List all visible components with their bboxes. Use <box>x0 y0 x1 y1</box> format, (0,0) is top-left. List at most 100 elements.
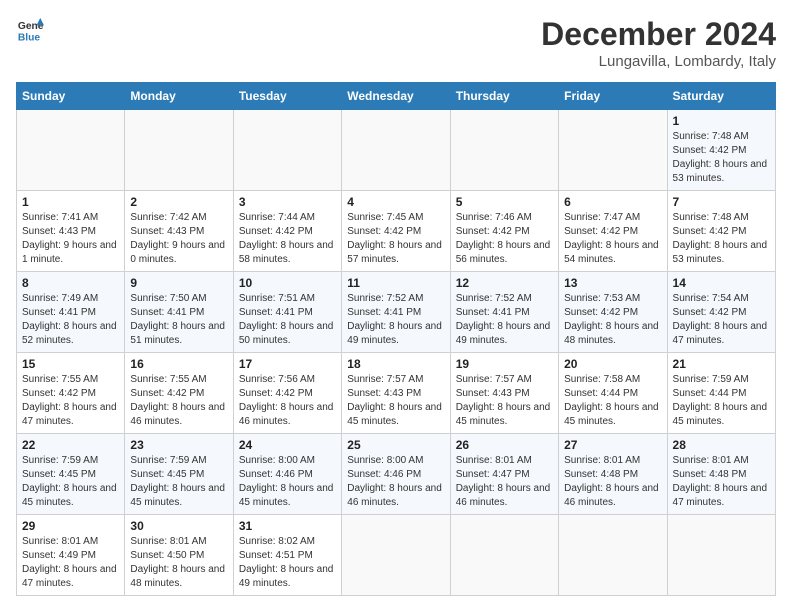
day-detail: Sunrise: 7:46 AMSunset: 4:42 PMDaylight:… <box>456 211 553 267</box>
header-saturday: Saturday <box>667 83 775 110</box>
day-detail: Sunrise: 7:52 AMSunset: 4:41 PMDaylight:… <box>456 292 553 348</box>
day-detail: Sunrise: 8:01 AMSunset: 4:49 PMDaylight:… <box>22 535 119 591</box>
day-detail: Sunrise: 8:00 AMSunset: 4:46 PMDaylight:… <box>239 454 336 510</box>
day-number: 12 <box>456 276 553 290</box>
calendar-cell: 17 Sunrise: 7:56 AMSunset: 4:42 PMDayligh… <box>233 353 341 434</box>
day-detail: Sunrise: 7:59 AMSunset: 4:45 PMDaylight:… <box>22 454 119 510</box>
day-detail: Sunrise: 8:01 AMSunset: 4:48 PMDaylight:… <box>564 454 661 510</box>
day-number: 14 <box>673 276 770 290</box>
day-detail: Sunrise: 7:48 AMSunset: 4:42 PMDaylight:… <box>673 211 770 267</box>
calendar-week-row: 1 Sunrise: 7:48 AMSunset: 4:42 PMDaylight… <box>17 110 776 191</box>
day-number: 28 <box>673 438 770 452</box>
header-thursday: Thursday <box>450 83 558 110</box>
calendar-cell <box>342 110 450 191</box>
day-number: 1 <box>673 114 770 128</box>
calendar-cell: 22Sunrise: 7:59 AMSunset: 4:45 PMDayligh… <box>17 434 125 515</box>
calendar-cell: 7 Sunrise: 7:48 AMSunset: 4:42 PMDaylight… <box>667 191 775 272</box>
calendar-cell <box>342 515 450 596</box>
header-friday: Friday <box>559 83 667 110</box>
calendar-cell <box>450 110 558 191</box>
day-detail: Sunrise: 7:51 AMSunset: 4:41 PMDaylight:… <box>239 292 336 348</box>
day-detail: Sunrise: 7:54 AMSunset: 4:42 PMDaylight:… <box>673 292 770 348</box>
calendar-cell: 5 Sunrise: 7:46 AMSunset: 4:42 PMDaylight… <box>450 191 558 272</box>
svg-text:Blue: Blue <box>18 32 41 43</box>
day-number: 29 <box>22 519 119 533</box>
calendar-cell: 16 Sunrise: 7:55 AMSunset: 4:42 PMDayligh… <box>125 353 233 434</box>
day-detail: Sunrise: 8:01 AMSunset: 4:50 PMDaylight:… <box>130 535 227 591</box>
logo-icon: General Blue <box>16 16 44 44</box>
day-detail: Sunrise: 7:57 AMSunset: 4:43 PMDaylight:… <box>456 373 553 429</box>
calendar-cell: 12 Sunrise: 7:52 AMSunset: 4:41 PMDayligh… <box>450 272 558 353</box>
day-number: 20 <box>564 357 661 371</box>
day-detail: Sunrise: 7:59 AMSunset: 4:44 PMDaylight:… <box>673 373 770 429</box>
calendar-cell: 4Sunrise: 7:45 AMSunset: 4:42 PMDaylight… <box>342 191 450 272</box>
day-number: 25 <box>347 438 444 452</box>
day-detail: Sunrise: 7:49 AMSunset: 4:41 PMDaylight:… <box>22 292 119 348</box>
logo: General Blue <box>16 16 44 44</box>
day-detail: Sunrise: 7:48 AMSunset: 4:42 PMDaylight:… <box>673 130 770 186</box>
location: Lungavilla, Lombardy, Italy <box>541 53 776 70</box>
calendar-cell: 29 Sunrise: 8:01 AMSunset: 4:49 PMDayligh… <box>17 515 125 596</box>
calendar-cell <box>125 110 233 191</box>
day-detail: Sunrise: 8:01 AMSunset: 4:48 PMDaylight:… <box>673 454 770 510</box>
calendar-cell: 2Sunrise: 7:42 AMSunset: 4:43 PMDaylight… <box>125 191 233 272</box>
calendar-cell <box>559 515 667 596</box>
day-detail: Sunrise: 7:47 AMSunset: 4:42 PMDaylight:… <box>564 211 661 267</box>
day-number: 6 <box>564 195 661 209</box>
header-tuesday: Tuesday <box>233 83 341 110</box>
day-detail: Sunrise: 7:52 AMSunset: 4:41 PMDaylight:… <box>347 292 444 348</box>
day-number: 26 <box>456 438 553 452</box>
day-number: 3 <box>239 195 336 209</box>
day-detail: Sunrise: 7:42 AMSunset: 4:43 PMDaylight:… <box>130 211 227 267</box>
day-number: 7 <box>673 195 770 209</box>
day-detail: Sunrise: 7:56 AMSunset: 4:42 PMDaylight:… <box>239 373 336 429</box>
day-number: 8 <box>22 276 119 290</box>
day-detail: Sunrise: 7:45 AMSunset: 4:42 PMDaylight:… <box>347 211 444 267</box>
calendar-cell: 14 Sunrise: 7:54 AMSunset: 4:42 PMDayligh… <box>667 272 775 353</box>
day-number: 24 <box>239 438 336 452</box>
calendar-cell <box>450 515 558 596</box>
calendar-week-row: 8 Sunrise: 7:49 AMSunset: 4:41 PMDaylight… <box>17 272 776 353</box>
calendar-cell: 1Sunrise: 7:41 AMSunset: 4:43 PMDaylight… <box>17 191 125 272</box>
day-detail: Sunrise: 7:58 AMSunset: 4:44 PMDaylight:… <box>564 373 661 429</box>
calendar-cell: 25 Sunrise: 8:00 AMSunset: 4:46 PMDayligh… <box>342 434 450 515</box>
calendar-cell: 19 Sunrise: 7:57 AMSunset: 4:43 PMDayligh… <box>450 353 558 434</box>
day-detail: Sunrise: 8:00 AMSunset: 4:46 PMDaylight:… <box>347 454 444 510</box>
calendar-cell: 27Sunrise: 8:01 AMSunset: 4:48 PMDayligh… <box>559 434 667 515</box>
day-number: 11 <box>347 276 444 290</box>
day-detail: Sunrise: 7:55 AMSunset: 4:42 PMDaylight:… <box>22 373 119 429</box>
calendar-week-row: 15 Sunrise: 7:55 AMSunset: 4:42 PMDayligh… <box>17 353 776 434</box>
calendar-week-row: 1Sunrise: 7:41 AMSunset: 4:43 PMDaylight… <box>17 191 776 272</box>
calendar-cell: 11 Sunrise: 7:52 AMSunset: 4:41 PMDayligh… <box>342 272 450 353</box>
day-detail: Sunrise: 7:55 AMSunset: 4:42 PMDaylight:… <box>130 373 227 429</box>
calendar-cell: 10Sunrise: 7:51 AMSunset: 4:41 PMDayligh… <box>233 272 341 353</box>
calendar-cell <box>559 110 667 191</box>
calendar-cell: 13Sunrise: 7:53 AMSunset: 4:42 PMDayligh… <box>559 272 667 353</box>
calendar-cell <box>17 110 125 191</box>
calendar-cell: 3 Sunrise: 7:44 AMSunset: 4:42 PMDaylight… <box>233 191 341 272</box>
day-number: 19 <box>456 357 553 371</box>
day-detail: Sunrise: 7:59 AMSunset: 4:45 PMDaylight:… <box>130 454 227 510</box>
calendar-cell: 26Sunrise: 8:01 AMSunset: 4:47 PMDayligh… <box>450 434 558 515</box>
day-detail: Sunrise: 7:44 AMSunset: 4:42 PMDaylight:… <box>239 211 336 267</box>
day-number: 17 <box>239 357 336 371</box>
calendar-cell <box>667 515 775 596</box>
day-number: 5 <box>456 195 553 209</box>
calendar-cell: 20 Sunrise: 7:58 AMSunset: 4:44 PMDayligh… <box>559 353 667 434</box>
title-block: December 2024 Lungavilla, Lombardy, Ital… <box>541 16 776 70</box>
calendar-cell: 21Sunrise: 7:59 AMSunset: 4:44 PMDayligh… <box>667 353 775 434</box>
calendar-cell <box>233 110 341 191</box>
calendar-cell: 23Sunrise: 7:59 AMSunset: 4:45 PMDayligh… <box>125 434 233 515</box>
calendar-week-row: 29 Sunrise: 8:01 AMSunset: 4:49 PMDayligh… <box>17 515 776 596</box>
calendar-cell: 1 Sunrise: 7:48 AMSunset: 4:42 PMDaylight… <box>667 110 775 191</box>
page-header: General Blue December 2024 Lungavilla, L… <box>16 16 776 70</box>
day-number: 16 <box>130 357 227 371</box>
calendar-week-row: 22Sunrise: 7:59 AMSunset: 4:45 PMDayligh… <box>17 434 776 515</box>
day-number: 15 <box>22 357 119 371</box>
day-number: 31 <box>239 519 336 533</box>
day-number: 18 <box>347 357 444 371</box>
header-wednesday: Wednesday <box>342 83 450 110</box>
calendar-cell: 8 Sunrise: 7:49 AMSunset: 4:41 PMDaylight… <box>17 272 125 353</box>
day-detail: Sunrise: 7:41 AMSunset: 4:43 PMDaylight:… <box>22 211 119 267</box>
calendar-cell: 9Sunrise: 7:50 AMSunset: 4:41 PMDaylight… <box>125 272 233 353</box>
